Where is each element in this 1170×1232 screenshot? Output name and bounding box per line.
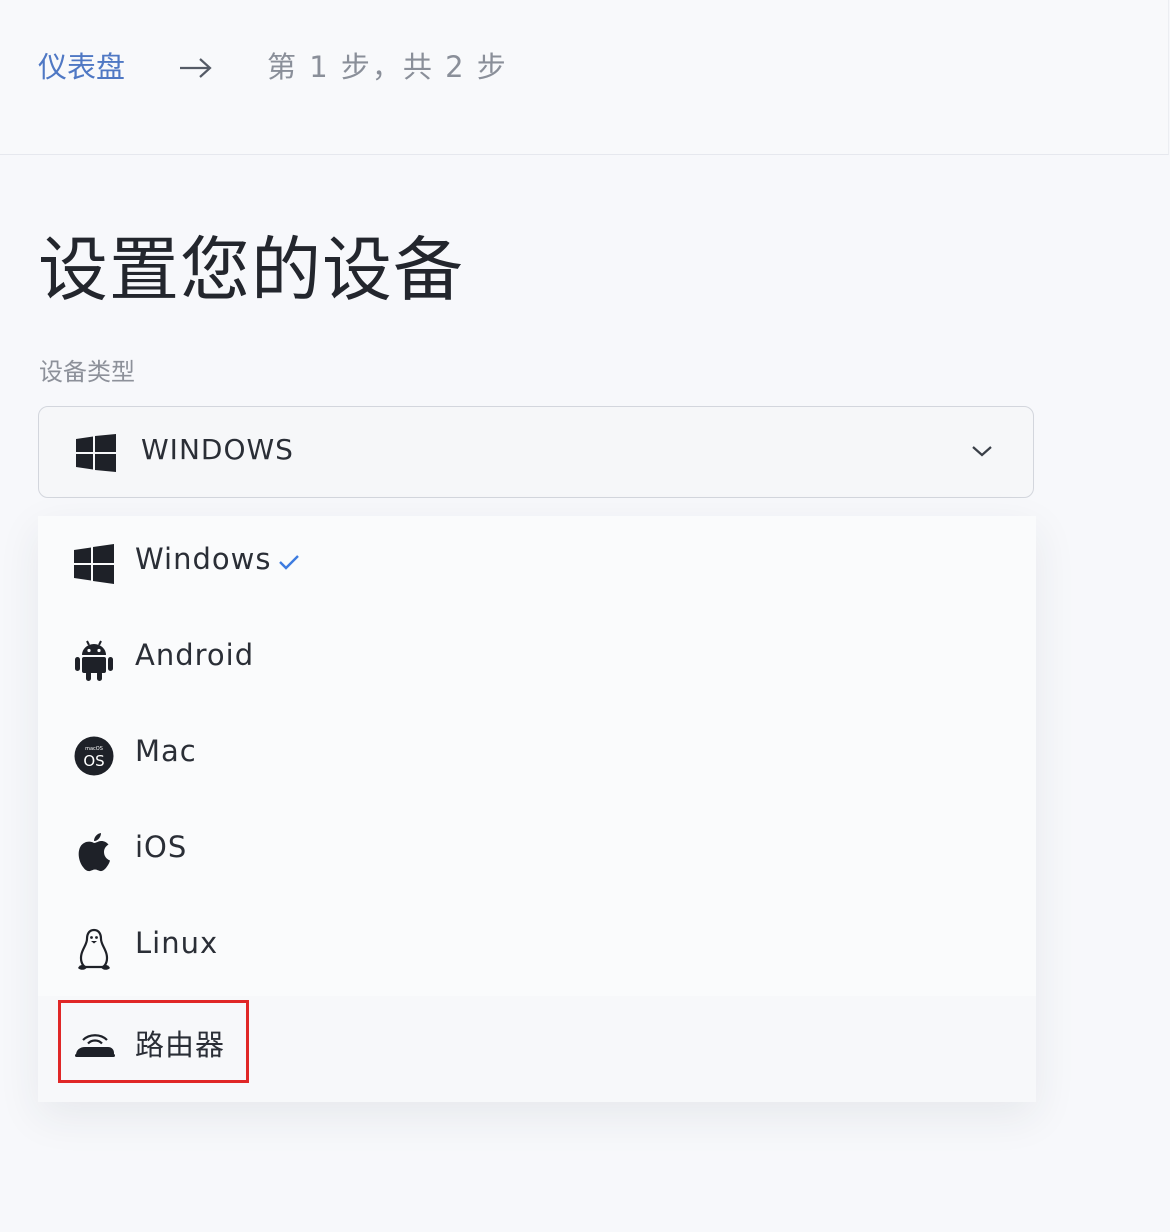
- android-icon: [74, 640, 114, 681]
- option-linux[interactable]: Linux: [38, 900, 1036, 996]
- windows-icon: [74, 544, 114, 584]
- option-label: iOS: [135, 830, 188, 864]
- top-bar: 仪表盘 第 1 步，共 2 步: [0, 0, 1169, 155]
- chevron-down-icon[interactable]: [971, 443, 993, 463]
- option-ios[interactable]: iOS: [38, 804, 1036, 900]
- router-option-highlight-box: [58, 1000, 249, 1083]
- breadcrumb: 仪表盘 第 1 步，共 2 步: [38, 40, 508, 90]
- breadcrumb-step: 第 1 步，共 2 步: [267, 50, 508, 84]
- option-windows[interactable]: Windows: [38, 516, 1036, 612]
- check-icon: [278, 554, 300, 574]
- macos-icon: macOS OS: [74, 736, 114, 776]
- svg-text:OS: OS: [83, 752, 104, 770]
- option-label: Windows: [135, 542, 272, 576]
- device-type-select[interactable]: WINDOWS: [38, 406, 1034, 498]
- option-label: Android: [135, 638, 255, 672]
- option-label: Linux: [135, 926, 219, 960]
- linux-icon: [74, 928, 114, 970]
- option-label: Mac: [135, 734, 197, 768]
- option-mac[interactable]: macOS OS Mac: [38, 708, 1036, 804]
- apple-icon: [74, 832, 114, 872]
- page-title: 设置您的设备: [38, 229, 464, 311]
- device-type-label: 设备类型: [39, 358, 135, 386]
- option-android[interactable]: Android: [38, 612, 1036, 708]
- device-type-selected-value: WINDOWS: [141, 433, 294, 466]
- breadcrumb-dashboard-link[interactable]: 仪表盘: [38, 44, 125, 86]
- arrow-right-icon: [179, 53, 213, 78]
- windows-icon: [76, 434, 116, 476]
